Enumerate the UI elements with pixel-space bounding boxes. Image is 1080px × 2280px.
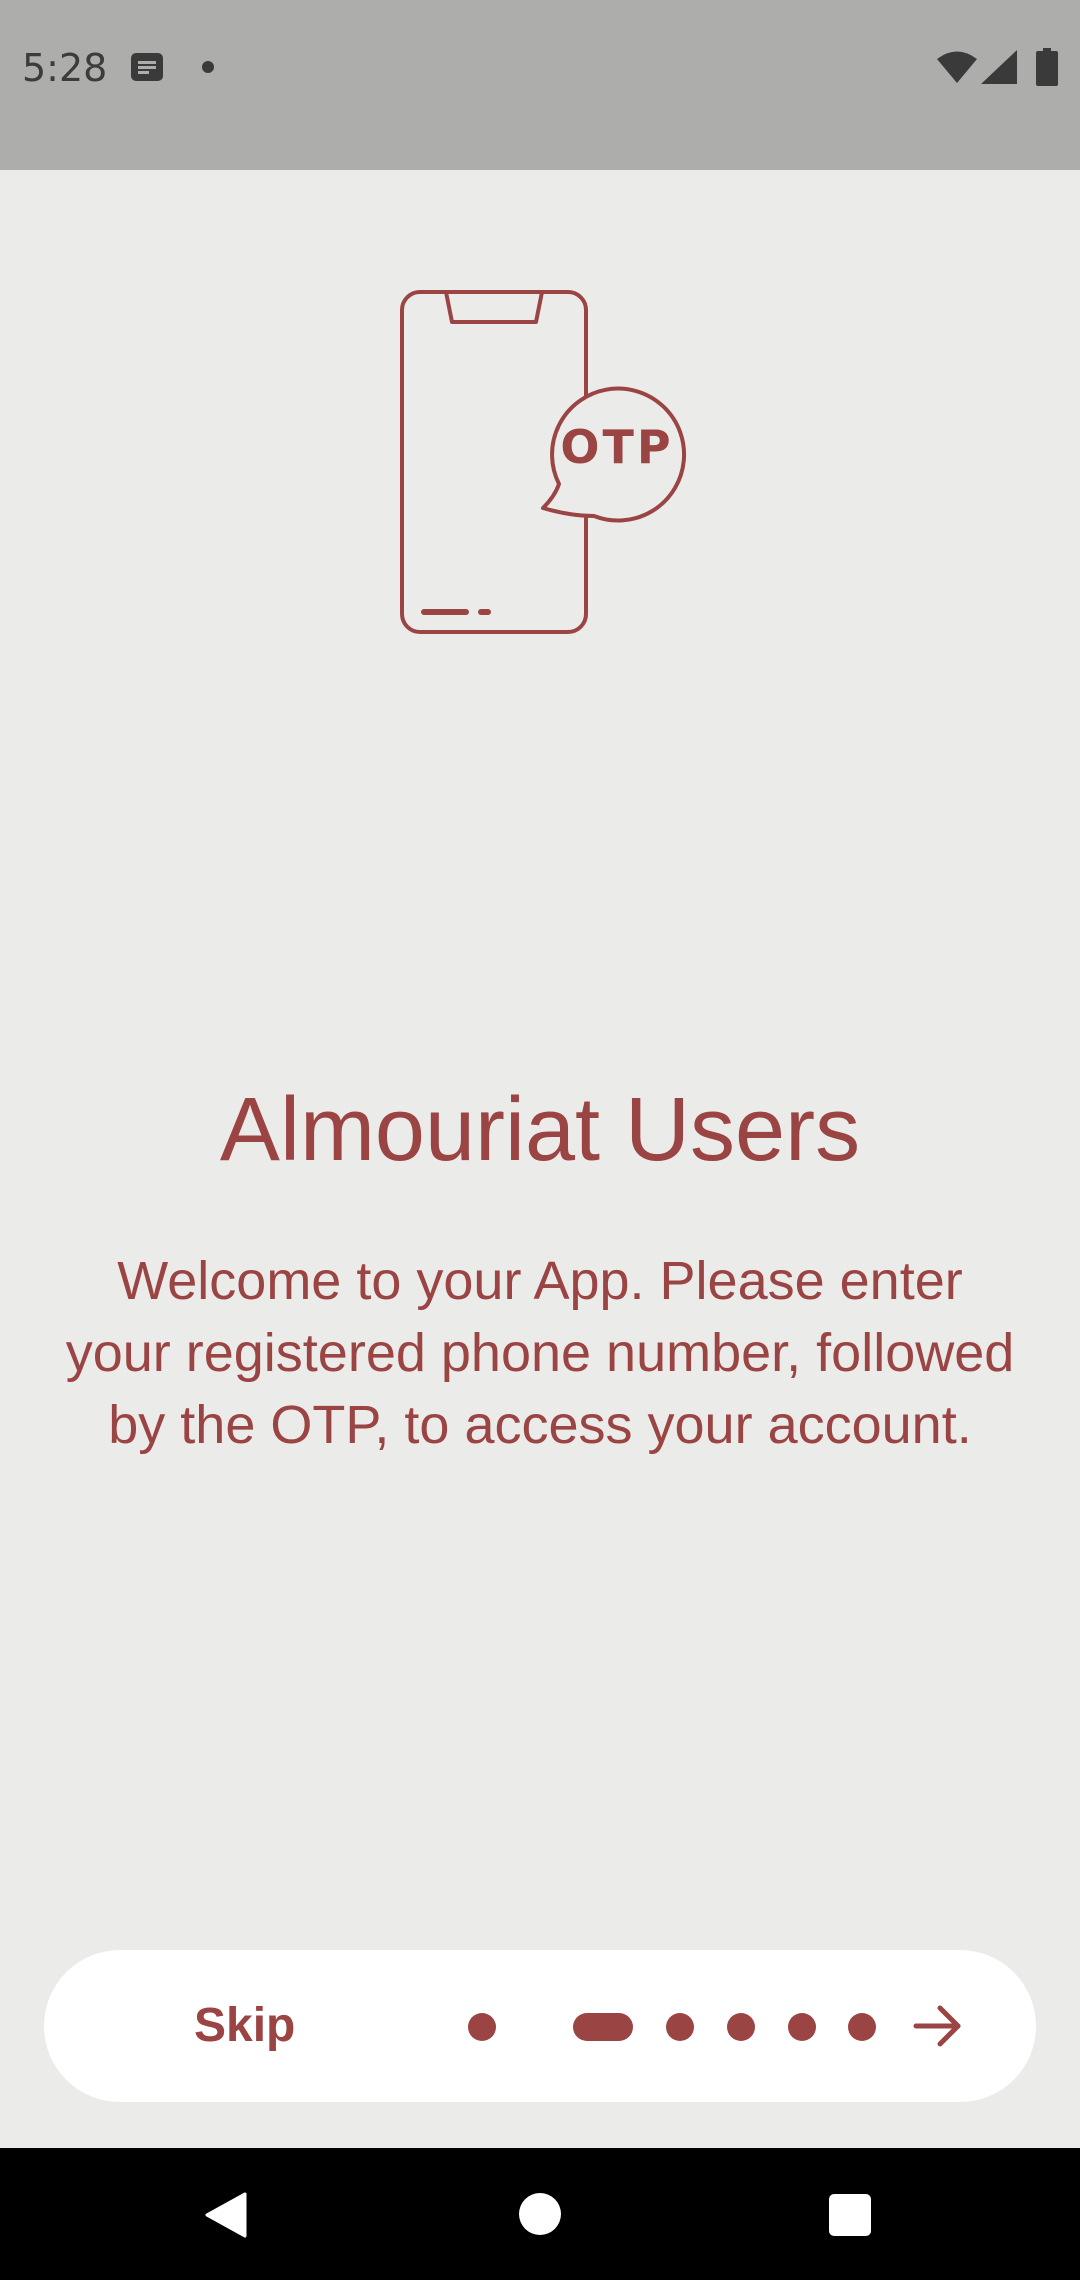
skip-button[interactable]: Skip — [194, 1994, 394, 2058]
back-icon[interactable] — [205, 2192, 247, 2238]
notification-icon — [131, 53, 163, 81]
page-description: Welcome to your App. Please enter your r… — [65, 1251, 1015, 1455]
onboarding-bottom-bar: Skip — [44, 1950, 1036, 2102]
page-indicator — [468, 2013, 888, 2041]
arrow-right-icon[interactable] — [906, 1994, 970, 2058]
dot-icon — [202, 61, 214, 73]
page-dot-4[interactable] — [727, 2013, 755, 2041]
page-dot-2-active[interactable] — [573, 2013, 633, 2041]
onboarding-screen: 5:28 OTP Almouriat Users Welcome to your… — [0, 0, 1080, 2280]
phone-otp-icon: OTP — [400, 290, 687, 634]
page-dot-6[interactable] — [848, 2013, 876, 2041]
home-icon[interactable] — [519, 2193, 561, 2235]
recents-icon[interactable] — [829, 2194, 871, 2236]
status-bar: 5:28 — [0, 0, 1080, 170]
page-dot-1[interactable] — [468, 2013, 496, 2041]
page-title: Almouriat Users — [219, 1080, 861, 1180]
battery-icon — [1036, 48, 1058, 86]
status-time: 5:28 — [22, 46, 108, 90]
wifi-icon — [937, 51, 977, 83]
page-dot-3[interactable] — [666, 2013, 694, 2041]
signal-icon — [981, 50, 1017, 84]
navigation-bar — [0, 2148, 1080, 2280]
otp-bubble-text: OTP — [560, 420, 673, 474]
page-dot-5[interactable] — [788, 2013, 816, 2041]
